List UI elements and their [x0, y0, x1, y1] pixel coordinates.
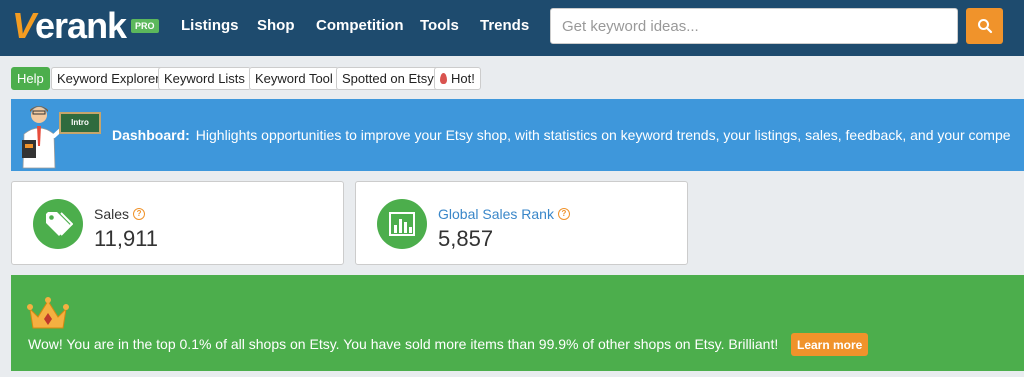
dashboard-description: Dashboard: Highlights opportunities to im…	[112, 127, 1011, 143]
sales-card: Sales ? 11,911	[11, 181, 344, 265]
help-icon[interactable]: ?	[557, 208, 570, 220]
dashboard-banner: Intro Dashboard: Highlights opportunities…	[11, 99, 1024, 171]
achievement-banner: Wow! You are in the top 0.1% of all shop…	[11, 275, 1024, 371]
rank-icon-circle	[377, 199, 427, 249]
global-sales-rank-card: Global Sales Rank ? 5,857	[355, 181, 688, 265]
keyword-lists-button[interactable]: Keyword Lists	[158, 67, 251, 90]
keyword-explorer-button[interactable]: Keyword Explorer	[51, 67, 166, 90]
dashboard-text: Highlights opportunities to improve your…	[195, 127, 1011, 143]
tag-icon	[46, 212, 73, 236]
hot-button[interactable]: Hot!	[434, 67, 481, 90]
nav-shop[interactable]: Shop	[257, 17, 295, 34]
global-sales-rank-link[interactable]: Global Sales Rank ?	[438, 206, 570, 222]
nav-competition[interactable]: Competition	[316, 17, 404, 34]
spotted-on-etsy-button[interactable]: Spotted on Etsy	[336, 67, 440, 90]
flame-icon	[440, 73, 447, 84]
achievement-text: Wow! You are in the top 0.1% of all shop…	[28, 336, 779, 352]
sales-icon-circle	[33, 199, 83, 249]
sales-label: Sales ?	[94, 206, 146, 222]
keyword-search-input[interactable]	[550, 8, 958, 44]
crown-icon	[27, 297, 69, 329]
help-icon[interactable]: ?	[133, 208, 146, 220]
sales-value: 11,911	[94, 226, 159, 251]
intro-board: Intro	[59, 112, 101, 134]
search-icon	[977, 19, 992, 34]
search-button[interactable]	[966, 8, 1003, 44]
nav-tools[interactable]: Tools	[420, 17, 459, 34]
bar-chart-icon	[389, 212, 415, 236]
help-button[interactable]: Help	[11, 67, 50, 90]
nav-listings[interactable]: Listings	[181, 17, 239, 34]
top-navbar: Verank PRO Listings Shop Competition Too…	[0, 0, 1024, 56]
pro-badge: PRO	[131, 19, 159, 33]
erank-logo[interactable]: Verank	[12, 5, 127, 47]
global-sales-rank-value: 5,857	[438, 226, 494, 251]
nav-trends[interactable]: Trends	[480, 17, 529, 34]
keyword-tool-button[interactable]: Keyword Tool	[249, 67, 339, 90]
hot-label: Hot!	[451, 71, 475, 86]
learn-more-button[interactable]: Learn more	[791, 333, 869, 356]
dashboard-title: Dashboard:	[112, 127, 190, 143]
